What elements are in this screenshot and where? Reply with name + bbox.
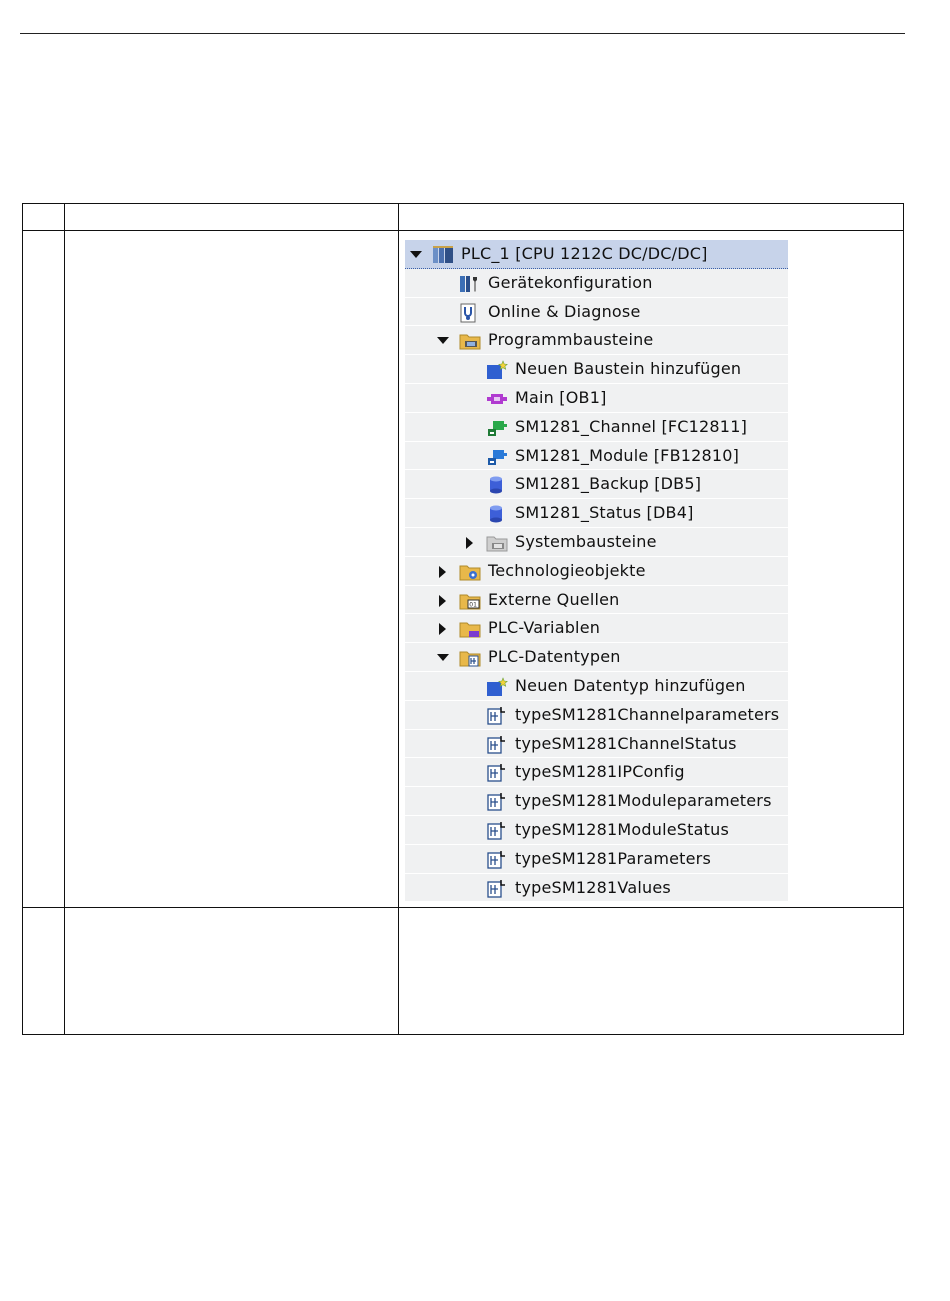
online-diagnostics-icon xyxy=(459,303,479,323)
project-tree: PLC_1 [CPU 1212C DC/DC/DC] Gerätekonfigur… xyxy=(405,240,788,903)
fb-block-icon xyxy=(486,447,507,466)
instruction-cell xyxy=(64,230,399,908)
tree-item-label: Technologieobjekte xyxy=(488,560,646,580)
expand-arrow-icon[interactable] xyxy=(439,594,446,607)
add-new-icon xyxy=(486,677,508,696)
screenshot-cell xyxy=(398,907,904,1035)
datatype-icon xyxy=(486,792,506,811)
tree-item[interactable]: typeSM1281Parameters xyxy=(405,844,788,874)
tree-item-label: Main [OB1] xyxy=(515,387,607,407)
datatype-icon xyxy=(486,821,506,840)
folder-tags-icon xyxy=(459,619,481,638)
tree-item[interactable]: typeSM1281Moduleparameters xyxy=(405,787,788,816)
tree-item[interactable]: PLC_1 [CPU 1212C DC/DC/DC] xyxy=(405,240,788,269)
tree-item-label: SM1281_Channel [FC12811] xyxy=(515,416,748,436)
folder-external-icon: 01 xyxy=(459,591,481,610)
folder-datatypes-icon xyxy=(459,648,481,667)
tree-item-label: SM1281_Status [DB4] xyxy=(515,503,694,523)
tree-item-label: Neuen Baustein hinzufügen xyxy=(515,359,742,379)
expand-arrow-icon[interactable] xyxy=(466,536,473,549)
tree-item-label: typeSM1281ChannelStatus xyxy=(515,733,737,753)
fc-block-icon xyxy=(486,418,507,437)
db-block-icon xyxy=(486,475,506,494)
tree-item[interactable]: SM1281_Status [DB4] xyxy=(405,499,788,528)
tree-item[interactable]: PLC-Variablen xyxy=(405,614,788,644)
tree-item-label: typeSM1281Values xyxy=(515,877,671,897)
datatype-icon xyxy=(486,735,506,754)
header-cell-screenshot xyxy=(398,203,904,231)
tree-item-label: Programmbausteine xyxy=(488,330,654,350)
tree-item[interactable]: Online & Diagnose xyxy=(405,297,788,327)
tree-item-label: PLC-Variablen xyxy=(488,618,601,638)
tree-item[interactable]: PLC-Datentypen xyxy=(405,643,788,672)
instruction-cell xyxy=(64,907,399,1035)
tree-item[interactable]: Technologieobjekte xyxy=(405,556,788,586)
plc-icon xyxy=(432,245,453,264)
collapse-arrow-icon[interactable] xyxy=(437,337,449,345)
collapse-arrow-icon[interactable] xyxy=(410,251,422,258)
collapse-arrow-icon[interactable] xyxy=(437,654,449,662)
tree-item-label: typeSM1281ModuleStatus xyxy=(515,819,729,839)
tree-item-label: Online & Diagnose xyxy=(488,301,641,321)
header-cell-instruction xyxy=(64,203,399,231)
datatype-icon xyxy=(486,763,506,782)
datatype-icon xyxy=(486,706,506,725)
tree-item-label: typeSM1281Parameters xyxy=(515,848,711,868)
tree-item-label: typeSM1281Moduleparameters xyxy=(515,791,772,811)
tree-item-label: Systembausteine xyxy=(515,531,657,551)
tree-item[interactable]: SM1281_Module [FB12810] xyxy=(405,441,788,471)
tree-item-label: PLC-Datentypen xyxy=(488,647,621,667)
tree-item[interactable]: Neuen Datentyp hinzufügen xyxy=(405,671,788,701)
datatype-icon xyxy=(486,850,506,869)
device-config-icon xyxy=(459,274,479,293)
folder-technology-icon xyxy=(459,562,481,581)
tree-item-label: Gerätekonfiguration xyxy=(488,272,653,292)
tree-item[interactable]: Systembausteine xyxy=(405,527,788,557)
table-row xyxy=(22,907,904,1035)
db-block-icon xyxy=(486,504,506,523)
tree-item-label: typeSM1281IPConfig xyxy=(515,762,685,782)
tree-item-label: Externe Quellen xyxy=(488,589,620,609)
expand-arrow-icon[interactable] xyxy=(439,623,446,636)
expand-arrow-icon[interactable] xyxy=(439,565,446,578)
step-number-cell xyxy=(22,907,65,1035)
tree-item-label: PLC_1 [CPU 1212C DC/DC/DC] xyxy=(461,244,708,263)
tree-item-label: typeSM1281Channelparameters xyxy=(515,704,780,724)
tree-item-label: Neuen Datentyp hinzufügen xyxy=(515,675,746,695)
tree-item[interactable]: Neuen Baustein hinzufügen xyxy=(405,355,788,384)
svg-text:01: 01 xyxy=(469,601,477,608)
tree-item-label: SM1281_Module [FB12810] xyxy=(515,445,740,465)
tree-item-label: SM1281_Backup [DB5] xyxy=(515,474,702,494)
tree-item[interactable]: SM1281_Channel [FC12811] xyxy=(405,412,788,442)
tree-item[interactable]: 01 Externe Quellen xyxy=(405,585,788,615)
tree-item[interactable]: SM1281_Backup [DB5] xyxy=(405,470,788,500)
tree-item[interactable]: typeSM1281Channelparameters xyxy=(405,700,788,730)
tree-item[interactable]: typeSM1281IPConfig xyxy=(405,758,788,788)
tree-item[interactable]: typeSM1281Values xyxy=(405,873,788,903)
add-new-icon xyxy=(486,360,508,380)
tree-item[interactable]: Gerätekonfiguration xyxy=(405,268,788,298)
system-blocks-icon xyxy=(486,533,508,552)
header-cell-step xyxy=(22,203,65,231)
table-header-row xyxy=(22,203,904,231)
tree-item[interactable]: typeSM1281ChannelStatus xyxy=(405,729,788,759)
tree-item[interactable]: typeSM1281ModuleStatus xyxy=(405,815,788,845)
tree-item[interactable]: Main [OB1] xyxy=(405,383,788,413)
step-number-cell xyxy=(22,230,65,908)
tree-item[interactable]: Programmbausteine xyxy=(405,326,788,356)
datatype-icon xyxy=(486,879,506,898)
ob-block-icon xyxy=(486,389,507,408)
header-rule xyxy=(20,33,905,34)
folder-blocks-icon xyxy=(459,331,481,350)
